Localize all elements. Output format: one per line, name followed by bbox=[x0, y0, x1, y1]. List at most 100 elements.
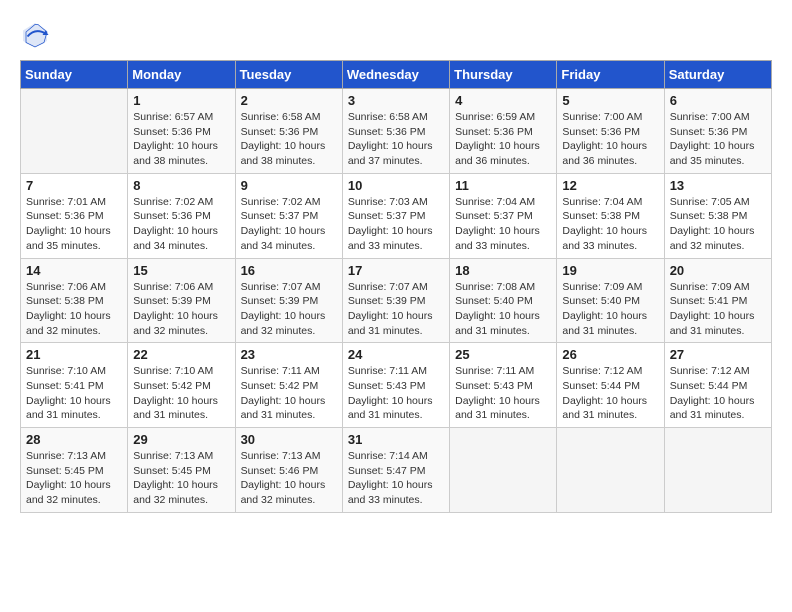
day-cell: 8Sunrise: 7:02 AM Sunset: 5:36 PM Daylig… bbox=[128, 173, 235, 258]
day-number: 11 bbox=[455, 178, 551, 193]
day-info: Sunrise: 7:11 AM Sunset: 5:42 PM Dayligh… bbox=[241, 364, 337, 423]
day-info: Sunrise: 7:09 AM Sunset: 5:41 PM Dayligh… bbox=[670, 280, 766, 339]
column-header-sunday: Sunday bbox=[21, 61, 128, 89]
day-info: Sunrise: 7:06 AM Sunset: 5:39 PM Dayligh… bbox=[133, 280, 229, 339]
day-cell: 3 Sunrise: 6:58 AM Sunset: 5:36 PM Daylig… bbox=[342, 89, 449, 174]
day-cell: 1 Sunrise: 6:57 AM Sunset: 5:36 PM Daylig… bbox=[128, 89, 235, 174]
day-info: Sunrise: 7:12 AM Sunset: 5:44 PM Dayligh… bbox=[562, 364, 658, 423]
day-cell: 31 Sunrise: 7:14 AM Sunset: 5:47 PM Dayli… bbox=[342, 428, 449, 513]
day-cell: 28Sunrise: 7:13 AM Sunset: 5:45 PM Dayli… bbox=[21, 428, 128, 513]
day-cell: 15 Sunrise: 7:06 AM Sunset: 5:39 PM Dayli… bbox=[128, 258, 235, 343]
day-cell bbox=[21, 89, 128, 174]
week-row-4: 21Sunrise: 7:10 AM Sunset: 5:41 PM Dayli… bbox=[21, 343, 772, 428]
day-number: 21 bbox=[26, 347, 122, 362]
day-number: 6 bbox=[670, 93, 766, 108]
day-cell: 4 Sunrise: 6:59 AM Sunset: 5:36 PM Daylig… bbox=[450, 89, 557, 174]
day-number: 31 bbox=[348, 432, 444, 447]
day-info: Sunrise: 7:06 AM Sunset: 5:38 PM Dayligh… bbox=[26, 280, 122, 339]
day-cell: 16 Sunrise: 7:07 AM Sunset: 5:39 PM Dayli… bbox=[235, 258, 342, 343]
day-cell: 26 Sunrise: 7:12 AM Sunset: 5:44 PM Dayli… bbox=[557, 343, 664, 428]
day-info: Sunrise: 7:04 AM Sunset: 5:38 PM Dayligh… bbox=[562, 195, 658, 254]
day-info: Sunrise: 6:59 AM Sunset: 5:36 PM Dayligh… bbox=[455, 110, 551, 169]
day-info: Sunrise: 7:02 AM Sunset: 5:37 PM Dayligh… bbox=[241, 195, 337, 254]
column-header-wednesday: Wednesday bbox=[342, 61, 449, 89]
day-number: 25 bbox=[455, 347, 551, 362]
day-number: 7 bbox=[26, 178, 122, 193]
day-number: 16 bbox=[241, 263, 337, 278]
day-number: 26 bbox=[562, 347, 658, 362]
week-row-1: 1 Sunrise: 6:57 AM Sunset: 5:36 PM Daylig… bbox=[21, 89, 772, 174]
day-info: Sunrise: 7:07 AM Sunset: 5:39 PM Dayligh… bbox=[241, 280, 337, 339]
day-info: Sunrise: 7:09 AM Sunset: 5:40 PM Dayligh… bbox=[562, 280, 658, 339]
day-cell: 19Sunrise: 7:09 AM Sunset: 5:40 PM Dayli… bbox=[557, 258, 664, 343]
week-row-5: 28 Sunrise: 7:13 AM Sunset: 5:45 PM Dayli… bbox=[21, 428, 772, 513]
day-cell bbox=[557, 428, 664, 513]
column-header-friday: Friday bbox=[557, 61, 664, 89]
day-cell bbox=[450, 428, 557, 513]
day-number: 29 bbox=[133, 432, 229, 447]
day-number: 2 bbox=[241, 93, 337, 108]
day-number: 20 bbox=[670, 263, 766, 278]
day-number: 17 bbox=[348, 263, 444, 278]
day-info: Sunrise: 7:05 AM Sunset: 5:38 PM Dayligh… bbox=[670, 195, 766, 254]
day-cell: 24Sunrise: 7:11 AM Sunset: 5:43 PM Dayli… bbox=[342, 343, 449, 428]
day-info: Sunrise: 7:00 AM Sunset: 5:36 PM Dayligh… bbox=[562, 110, 658, 169]
day-info: Sunrise: 7:10 AM Sunset: 5:42 PM Dayligh… bbox=[133, 364, 229, 423]
day-info: Sunrise: 6:58 AM Sunset: 5:36 PM Dayligh… bbox=[241, 110, 337, 169]
day-number: 8 bbox=[133, 178, 229, 193]
logo bbox=[20, 20, 54, 50]
day-cell: 27 Sunrise: 7:12 AM Sunset: 5:44 PM Dayli… bbox=[664, 343, 771, 428]
day-cell: 5 Sunrise: 7:00 AM Sunset: 5:36 PM Daylig… bbox=[557, 89, 664, 174]
week-row-3: 14 Sunrise: 7:06 AM Sunset: 5:38 PM Dayli… bbox=[21, 258, 772, 343]
day-number: 18 bbox=[455, 263, 551, 278]
day-info: Sunrise: 7:03 AM Sunset: 5:37 PM Dayligh… bbox=[348, 195, 444, 254]
day-cell: 14 Sunrise: 7:06 AM Sunset: 5:38 PM Dayli… bbox=[21, 258, 128, 343]
logo-icon bbox=[20, 20, 50, 50]
day-cell: 30 Sunrise: 7:13 AM Sunset: 5:46 PM Dayli… bbox=[235, 428, 342, 513]
day-info: Sunrise: 7:00 AM Sunset: 5:36 PM Dayligh… bbox=[670, 110, 766, 169]
day-cell: 18 Sunrise: 7:08 AM Sunset: 5:40 PM Dayli… bbox=[450, 258, 557, 343]
day-number: 15 bbox=[133, 263, 229, 278]
day-cell: 25 Sunrise: 7:11 AM Sunset: 5:43 PM Dayli… bbox=[450, 343, 557, 428]
day-number: 30 bbox=[241, 432, 337, 447]
day-info: Sunrise: 7:13 AM Sunset: 5:46 PM Dayligh… bbox=[241, 449, 337, 508]
day-cell: 21Sunrise: 7:10 AM Sunset: 5:41 PM Dayli… bbox=[21, 343, 128, 428]
day-number: 24 bbox=[348, 347, 444, 362]
day-number: 14 bbox=[26, 263, 122, 278]
day-number: 3 bbox=[348, 93, 444, 108]
day-info: Sunrise: 7:12 AM Sunset: 5:44 PM Dayligh… bbox=[670, 364, 766, 423]
day-info: Sunrise: 7:11 AM Sunset: 5:43 PM Dayligh… bbox=[455, 364, 551, 423]
day-info: Sunrise: 7:08 AM Sunset: 5:40 PM Dayligh… bbox=[455, 280, 551, 339]
day-cell bbox=[664, 428, 771, 513]
day-number: 4 bbox=[455, 93, 551, 108]
day-number: 10 bbox=[348, 178, 444, 193]
day-info: Sunrise: 6:58 AM Sunset: 5:36 PM Dayligh… bbox=[348, 110, 444, 169]
day-number: 27 bbox=[670, 347, 766, 362]
day-number: 23 bbox=[241, 347, 337, 362]
day-cell: 17 Sunrise: 7:07 AM Sunset: 5:39 PM Dayli… bbox=[342, 258, 449, 343]
day-info: Sunrise: 7:13 AM Sunset: 5:45 PM Dayligh… bbox=[133, 449, 229, 508]
day-cell: 7 Sunrise: 7:01 AM Sunset: 5:36 PM Daylig… bbox=[21, 173, 128, 258]
day-cell: 6 Sunrise: 7:00 AM Sunset: 5:36 PM Daylig… bbox=[664, 89, 771, 174]
day-cell: 12 Sunrise: 7:04 AM Sunset: 5:38 PM Dayli… bbox=[557, 173, 664, 258]
day-number: 22 bbox=[133, 347, 229, 362]
day-number: 12 bbox=[562, 178, 658, 193]
day-info: Sunrise: 7:04 AM Sunset: 5:37 PM Dayligh… bbox=[455, 195, 551, 254]
day-number: 1 bbox=[133, 93, 229, 108]
day-cell: 10 Sunrise: 7:03 AM Sunset: 5:37 PM Dayli… bbox=[342, 173, 449, 258]
day-info: Sunrise: 6:57 AM Sunset: 5:36 PM Dayligh… bbox=[133, 110, 229, 169]
day-cell: 13 Sunrise: 7:05 AM Sunset: 5:38 PM Dayli… bbox=[664, 173, 771, 258]
day-number: 5 bbox=[562, 93, 658, 108]
day-info: Sunrise: 7:01 AM Sunset: 5:36 PM Dayligh… bbox=[26, 195, 122, 254]
day-cell: 22 Sunrise: 7:10 AM Sunset: 5:42 PM Dayli… bbox=[128, 343, 235, 428]
header-row: SundayMondayTuesdayWednesdayThursdayFrid… bbox=[21, 61, 772, 89]
day-cell: 2 Sunrise: 6:58 AM Sunset: 5:36 PM Daylig… bbox=[235, 89, 342, 174]
day-info: Sunrise: 7:14 AM Sunset: 5:47 PM Dayligh… bbox=[348, 449, 444, 508]
day-number: 9 bbox=[241, 178, 337, 193]
day-number: 13 bbox=[670, 178, 766, 193]
day-info: Sunrise: 7:07 AM Sunset: 5:39 PM Dayligh… bbox=[348, 280, 444, 339]
day-number: 28 bbox=[26, 432, 122, 447]
day-cell: 11 Sunrise: 7:04 AM Sunset: 5:37 PM Dayli… bbox=[450, 173, 557, 258]
column-header-saturday: Saturday bbox=[664, 61, 771, 89]
page-header bbox=[20, 20, 772, 50]
